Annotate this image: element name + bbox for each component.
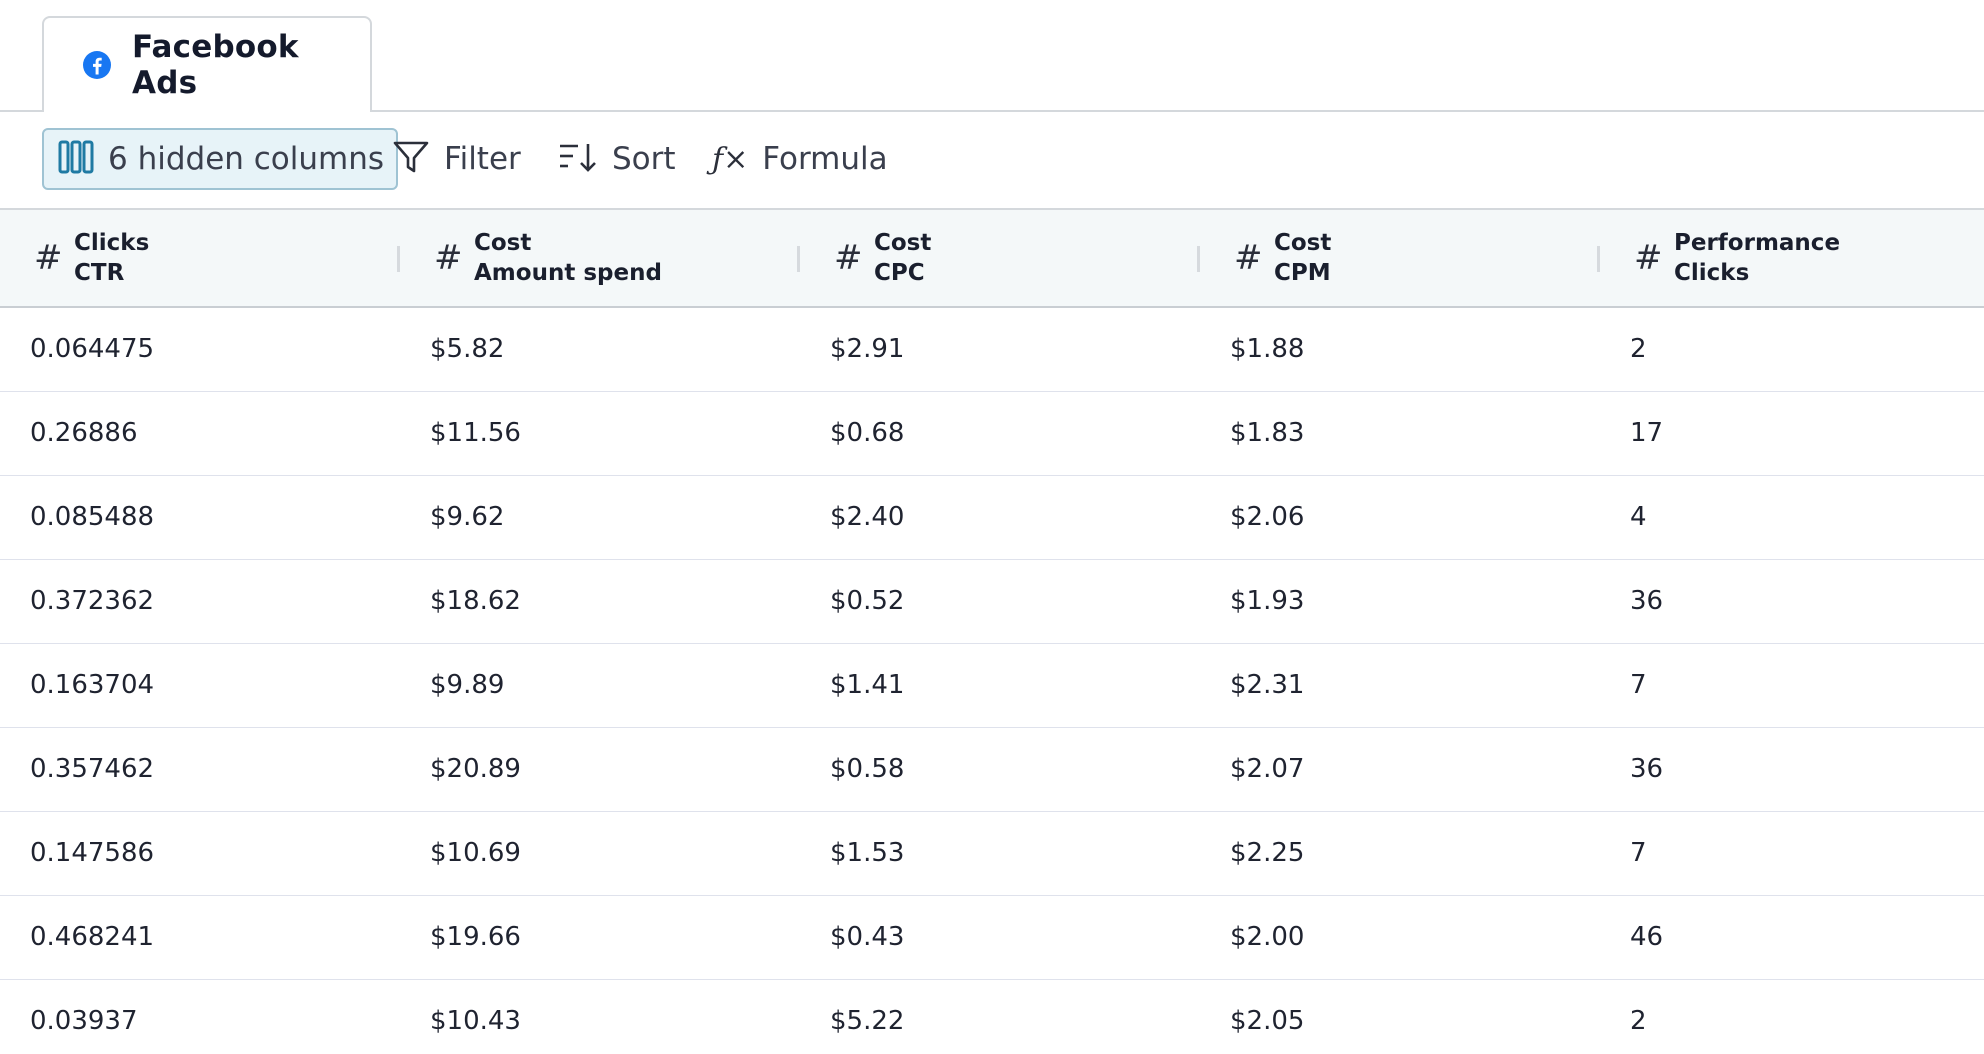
filter-label: Filter <box>444 141 521 177</box>
number-type-icon: # <box>1234 238 1263 278</box>
table-cell[interactable]: $2.05 <box>1200 979 1600 1054</box>
column-header-performance-clicks[interactable]: # Performance Clicks <box>1600 210 1984 308</box>
table-cell[interactable]: 36 <box>1600 727 1984 811</box>
facebook-icon <box>82 50 112 80</box>
tab-label: Facebook Ads <box>132 29 299 101</box>
column-name: Clicks <box>1674 260 1750 286</box>
sort-label: Sort <box>612 141 676 177</box>
table-cell[interactable]: $1.93 <box>1200 559 1600 643</box>
table-header-row: # Clicks CTR # Cost Amount spend # Cost … <box>0 210 1984 308</box>
column-group: Clicks <box>74 230 150 256</box>
table-cell[interactable]: 0.064475 <box>0 307 400 391</box>
hidden-columns-label: 6 hidden columns <box>108 141 385 177</box>
table-cell[interactable]: $1.88 <box>1200 307 1600 391</box>
table-cell[interactable]: 7 <box>1600 811 1984 895</box>
table-cell[interactable]: $2.07 <box>1200 727 1600 811</box>
table-cell[interactable]: $2.25 <box>1200 811 1600 895</box>
toolbar: 6 hidden columns Filter Sort ƒ× Formula <box>0 112 1984 210</box>
table-row[interactable]: 0.064475 $5.82 $2.91 $1.88 2 <box>0 307 1984 391</box>
sort-button[interactable]: Sort <box>558 128 676 190</box>
table-cell[interactable]: $1.53 <box>800 811 1200 895</box>
table-row[interactable]: 0.147586 $10.69 $1.53 $2.25 7 <box>0 811 1984 895</box>
table-cell[interactable]: 4 <box>1600 475 1984 559</box>
column-header-cost-cpm[interactable]: # Cost CPM <box>1200 210 1600 308</box>
tab-bar: Facebook Ads <box>0 0 1984 115</box>
table-cell[interactable]: $18.62 <box>400 559 800 643</box>
column-name: CTR <box>74 260 125 286</box>
table-cell[interactable]: $10.43 <box>400 979 800 1054</box>
table-cell[interactable]: 0.147586 <box>0 811 400 895</box>
table-row[interactable]: 0.163704 $9.89 $1.41 $2.31 7 <box>0 643 1984 727</box>
table-cell[interactable]: $9.62 <box>400 475 800 559</box>
column-group: Cost <box>1274 230 1332 256</box>
table-cell[interactable]: 46 <box>1600 895 1984 979</box>
table-cell[interactable]: $19.66 <box>400 895 800 979</box>
table-row[interactable]: 0.372362 $18.62 $0.52 $1.93 36 <box>0 559 1984 643</box>
table-cell[interactable]: 0.163704 <box>0 643 400 727</box>
column-name: CPC <box>874 260 925 286</box>
table-cell[interactable]: $2.40 <box>800 475 1200 559</box>
table-cell[interactable]: $2.31 <box>1200 643 1600 727</box>
table-body: 0.064475 $5.82 $2.91 $1.88 2 0.26886 $11… <box>0 307 1984 1054</box>
table-row[interactable]: 0.26886 $11.56 $0.68 $1.83 17 <box>0 391 1984 475</box>
table-cell[interactable]: $2.06 <box>1200 475 1600 559</box>
column-group: Cost <box>474 230 532 256</box>
table-row[interactable]: 0.03937 $10.43 $5.22 $2.05 2 <box>0 979 1984 1054</box>
formula-icon: ƒ× <box>712 141 749 177</box>
table-cell[interactable]: $2.00 <box>1200 895 1600 979</box>
table-cell[interactable]: $0.58 <box>800 727 1200 811</box>
hidden-columns-button[interactable]: 6 hidden columns <box>42 128 399 190</box>
number-type-icon: # <box>434 238 463 278</box>
column-name: Amount spend <box>474 260 662 286</box>
data-table: # Clicks CTR # Cost Amount spend # Cost … <box>0 210 1984 1054</box>
table-row[interactable]: 0.468241 $19.66 $0.43 $2.00 46 <box>0 895 1984 979</box>
sort-icon <box>558 139 598 179</box>
number-type-icon: # <box>834 238 863 278</box>
table-cell[interactable]: 0.26886 <box>0 391 400 475</box>
column-header-cost-amount-spend[interactable]: # Cost Amount spend <box>400 210 800 308</box>
number-type-icon: # <box>1634 238 1663 278</box>
table-cell[interactable]: 0.468241 <box>0 895 400 979</box>
table-cell[interactable]: $5.22 <box>800 979 1200 1054</box>
table-cell[interactable]: 7 <box>1600 643 1984 727</box>
column-header-cost-cpc[interactable]: # Cost CPC <box>800 210 1200 308</box>
column-header-clicks-ctr[interactable]: # Clicks CTR <box>0 210 400 308</box>
table-cell[interactable]: 17 <box>1600 391 1984 475</box>
filter-icon <box>392 138 430 180</box>
table-cell[interactable]: 0.03937 <box>0 979 400 1054</box>
table-cell[interactable]: 0.357462 <box>0 727 400 811</box>
table-cell[interactable]: $1.41 <box>800 643 1200 727</box>
table-cell[interactable]: $11.56 <box>400 391 800 475</box>
number-type-icon: # <box>34 238 63 278</box>
filter-button[interactable]: Filter <box>392 128 521 190</box>
table-cell[interactable]: $0.43 <box>800 895 1200 979</box>
table-cell[interactable]: 2 <box>1600 979 1984 1054</box>
table-cell[interactable]: $9.89 <box>400 643 800 727</box>
columns-icon <box>58 139 94 179</box>
table-cell[interactable]: 2 <box>1600 307 1984 391</box>
table-cell[interactable]: $10.69 <box>400 811 800 895</box>
table-cell[interactable]: $0.68 <box>800 391 1200 475</box>
table-row[interactable]: 0.085488 $9.62 $2.40 $2.06 4 <box>0 475 1984 559</box>
table-cell[interactable]: 0.085488 <box>0 475 400 559</box>
table-cell[interactable]: $2.91 <box>800 307 1200 391</box>
column-group: Cost <box>874 230 932 256</box>
table-cell[interactable]: $5.82 <box>400 307 800 391</box>
formula-label: Formula <box>762 141 888 177</box>
table-cell[interactable]: $20.89 <box>400 727 800 811</box>
table-cell[interactable]: 36 <box>1600 559 1984 643</box>
formula-button[interactable]: ƒ× Formula <box>712 128 888 190</box>
column-name: CPM <box>1274 260 1331 286</box>
table-row[interactable]: 0.357462 $20.89 $0.58 $2.07 36 <box>0 727 1984 811</box>
tab-facebook-ads[interactable]: Facebook Ads <box>42 16 372 115</box>
table-cell[interactable]: 0.372362 <box>0 559 400 643</box>
column-group: Performance <box>1674 230 1841 256</box>
table-cell[interactable]: $1.83 <box>1200 391 1600 475</box>
table-cell[interactable]: $0.52 <box>800 559 1200 643</box>
